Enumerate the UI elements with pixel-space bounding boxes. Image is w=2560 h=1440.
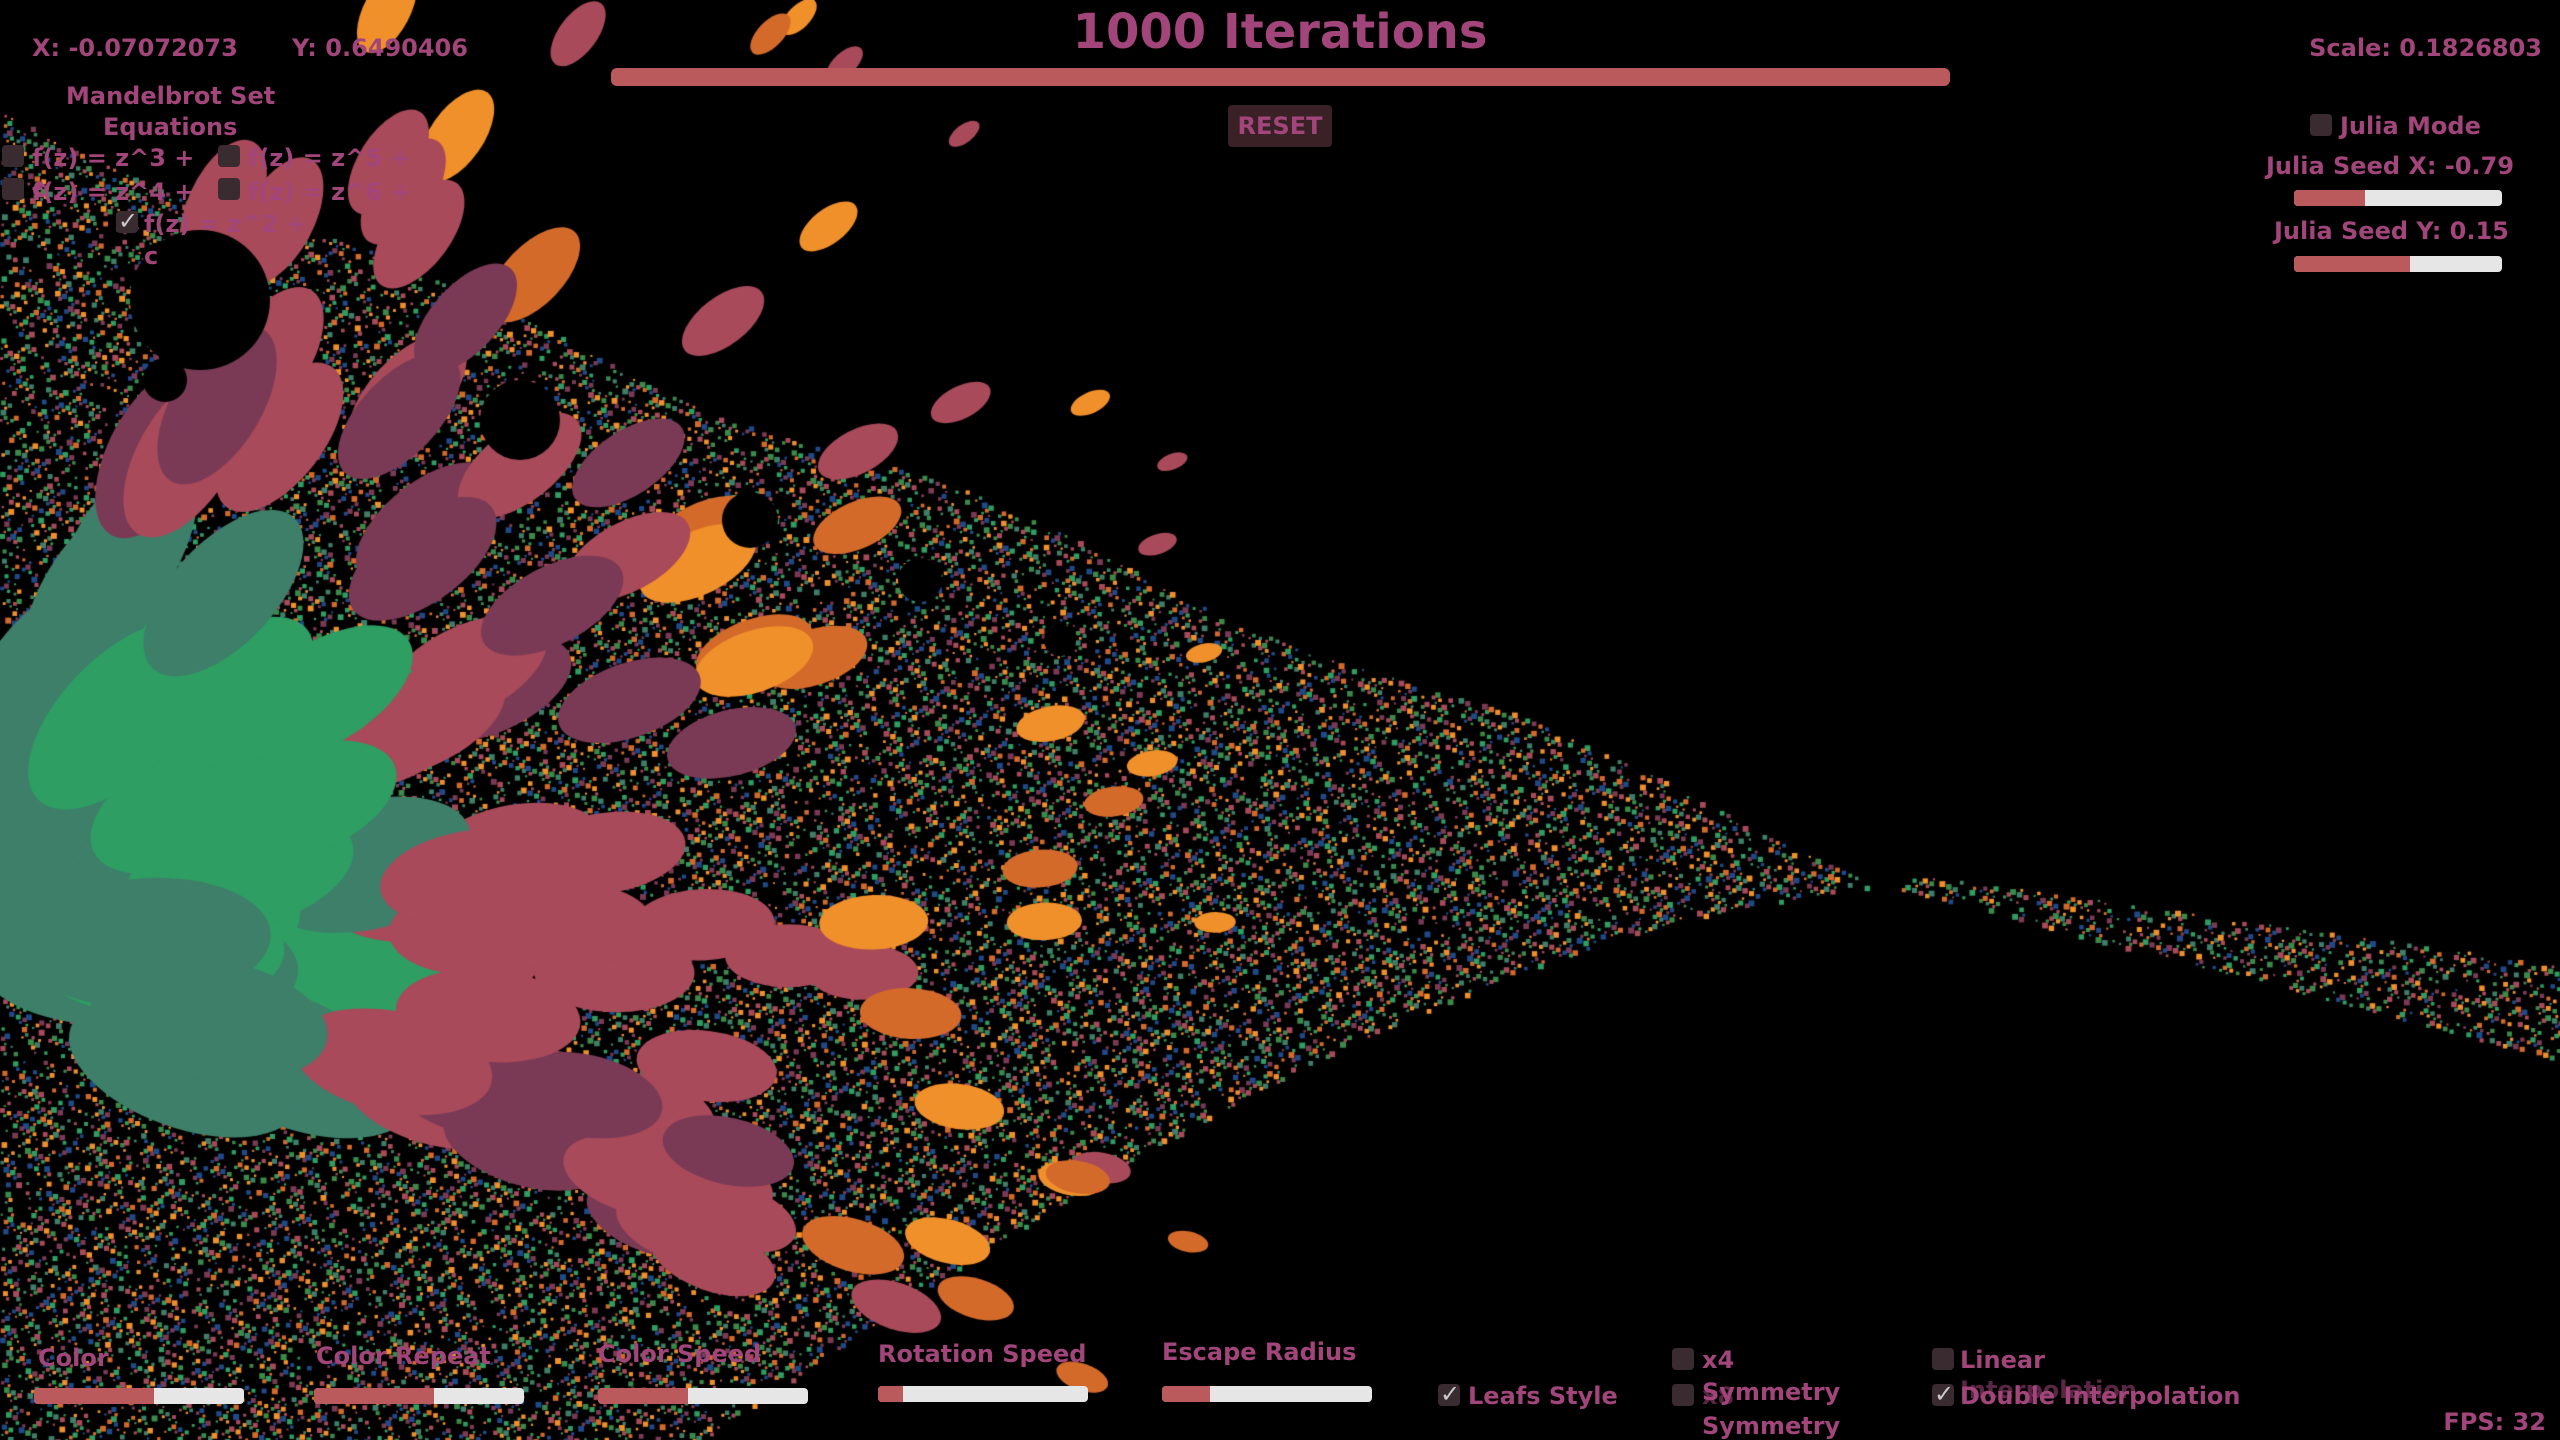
iterations-title: 1000 Iterations [1072,4,1488,60]
equation-z4-checkbox[interactable] [2,178,24,200]
equations-header-line1: Mandelbrot Set [66,82,276,110]
julia-mode-label: Julia Mode [2340,112,2481,140]
julia-mode-checkbox[interactable] [2310,114,2332,136]
equation-c-overflow-2: c [144,242,159,270]
equation-z2-checkbox[interactable] [116,207,138,235]
color-repeat-slider-label: Color Repeat [316,1342,491,1370]
fractal-canvas[interactable] [0,0,2560,1440]
iterations-slider[interactable] [611,68,1950,86]
leafs-style-checkbox[interactable] [1438,1380,1460,1408]
fps-readout: FPS: 32 [2443,1408,2546,1436]
linear-label: Linear [1960,1346,2045,1374]
escape-radius-slider-label: Escape Radius [1162,1338,1357,1366]
linear-interpolation-checkbox[interactable] [1932,1348,1954,1370]
color-repeat-slider[interactable] [314,1388,524,1404]
color-slider-label: Color [38,1344,109,1372]
x8-symmetry-checkbox[interactable] [1672,1384,1694,1406]
equation-z5-label: f(z) = z^5 + [248,144,411,172]
reset-button[interactable]: RESET [1228,105,1332,147]
julia-seed-y-slider[interactable] [2294,256,2502,272]
equation-z6-label: f(z) = z^6 + [248,178,411,206]
double-interpolation-checkbox[interactable] [1932,1380,1954,1408]
escape-radius-slider[interactable] [1162,1386,1372,1402]
x4-label: x4 [1702,1346,1735,1374]
equation-z3-checkbox[interactable] [2,145,24,167]
rotation-speed-slider[interactable] [878,1386,1088,1402]
rotation-speed-slider-label: Rotation Speed [878,1340,1087,1368]
double-interpolation-label: Double Interpolation [1960,1382,2241,1410]
x8-symmetry-label: Symmetry [1702,1412,1841,1440]
leafs-style-label: Leafs Style [1468,1382,1618,1410]
julia-seed-x-label: Julia Seed X: -0.79 [2266,152,2515,180]
equation-z2-label: f(z) = z^2 + [144,210,307,238]
color-speed-slider[interactable] [598,1388,808,1404]
equation-z6-checkbox[interactable] [218,178,240,200]
x4-symmetry-checkbox[interactable] [1672,1348,1694,1370]
color-speed-slider-label: Color Speed [598,1340,762,1368]
x8-label: x8 [1702,1382,1735,1410]
equation-z4-label: f(z) = z^4 + [32,178,195,206]
color-slider[interactable] [34,1388,244,1404]
equations-header-line2: Equations [103,113,238,141]
equation-z3-label: f(z) = z^3 + [32,144,195,172]
equation-z5-checkbox[interactable] [218,145,240,167]
julia-seed-x-slider[interactable] [2294,190,2502,206]
julia-seed-y-label: Julia Seed Y: 0.15 [2274,217,2509,245]
